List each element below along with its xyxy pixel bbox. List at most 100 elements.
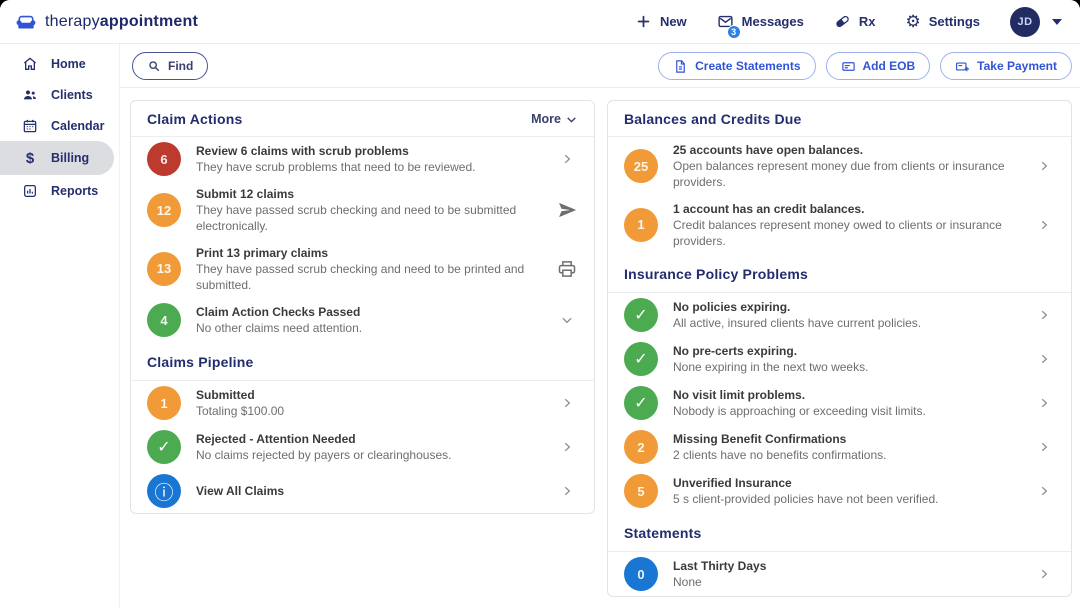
- statements-section: Statements: [608, 513, 1071, 552]
- brand-name: therapyappointment: [45, 13, 198, 31]
- dollar-icon: $: [22, 150, 38, 167]
- row-title: 25 accounts have open balances.: [673, 142, 1018, 158]
- new-button[interactable]: New: [635, 13, 687, 30]
- statements-title: Statements: [624, 525, 701, 541]
- insurance-row-benefit-confirmations[interactable]: 2 Missing Benefit Confirmations 2 client…: [608, 425, 1071, 469]
- claim-row-print[interactable]: 13 Print 13 primary claims They have pas…: [131, 240, 594, 299]
- pipeline-row-submitted[interactable]: 1 Submitted Totaling $100.00: [131, 381, 594, 425]
- row-subtitle: Nobody is approaching or exceeding visit…: [673, 403, 1018, 419]
- toolbar: Find Create Statements Add EOB Take Paym…: [120, 44, 1080, 88]
- pipeline-row-view-all[interactable]: ⓘ View All Claims: [131, 469, 594, 513]
- document-icon: [673, 59, 688, 74]
- row-title: 1 account has an credit balances.: [673, 201, 1018, 217]
- add-eob-button[interactable]: Add EOB: [826, 52, 931, 80]
- count-badge: 6: [147, 142, 181, 176]
- pipeline-row-rejected[interactable]: ✓ Rejected - Attention Needed No claims …: [131, 425, 594, 469]
- row-subtitle: No claims rejected by payers or clearing…: [196, 447, 541, 463]
- messages-badge: 3: [727, 25, 741, 39]
- claim-actions-card: Claim Actions More 6 Review 6 claims wit…: [130, 100, 595, 514]
- rx-button[interactable]: Rx: [834, 13, 876, 30]
- count-badge: 2: [624, 430, 658, 464]
- sidebar-item-label: Billing: [51, 151, 89, 165]
- row-title: Claim Action Checks Passed: [196, 304, 541, 320]
- card-icon: [841, 59, 856, 74]
- balances-row-open[interactable]: 25 25 accounts have open balances. Open …: [608, 137, 1071, 196]
- row-title: No pre-certs expiring.: [673, 343, 1018, 359]
- chevron-right-icon: [556, 396, 578, 410]
- insurance-row-visit-limits[interactable]: ✓ No visit limit problems. Nobody is app…: [608, 381, 1071, 425]
- more-label: More: [531, 112, 561, 126]
- claim-row-review[interactable]: 6 Review 6 claims with scrub problems Th…: [131, 137, 594, 181]
- chevron-down-icon[interactable]: [1052, 19, 1062, 25]
- couch-icon: [14, 13, 38, 31]
- chevron-down-icon: [565, 113, 578, 126]
- claims-pipeline-section: Claims Pipeline: [131, 342, 594, 381]
- chevron-right-icon: [556, 484, 578, 498]
- claims-pipeline-title: Claims Pipeline: [147, 354, 253, 370]
- insurance-row-precerts[interactable]: ✓ No pre-certs expiring. None expiring i…: [608, 337, 1071, 381]
- brand-logo[interactable]: therapyappointment: [14, 13, 198, 31]
- chevron-right-icon: [1033, 218, 1055, 232]
- clients-icon: [22, 87, 38, 103]
- user-menu[interactable]: JD: [1010, 7, 1062, 37]
- card-plus-icon: [955, 59, 970, 74]
- plus-icon: [635, 13, 652, 30]
- chevron-down-icon[interactable]: [556, 313, 578, 327]
- row-title: Unverified Insurance: [673, 475, 1018, 491]
- row-subtitle: None expiring in the next two weeks.: [673, 359, 1018, 375]
- sidebar-item-billing[interactable]: $ Billing: [0, 141, 114, 175]
- row-title: Print 13 primary claims: [196, 245, 541, 261]
- balances-card: Balances and Credits Due 25 25 accounts …: [607, 100, 1072, 597]
- chevron-right-icon: [1033, 159, 1055, 173]
- sidebar-item-reports[interactable]: Reports: [0, 175, 119, 206]
- claim-row-checks-passed[interactable]: 4 Claim Action Checks Passed No other cl…: [131, 298, 594, 342]
- insurance-title: Insurance Policy Problems: [624, 266, 808, 282]
- sidebar-item-clients[interactable]: Clients: [0, 79, 119, 110]
- insurance-row-unverified[interactable]: 5 Unverified Insurance 5 s client-provid…: [608, 469, 1071, 513]
- row-subtitle: 2 clients have no benefits confirmations…: [673, 447, 1018, 463]
- count-badge: 1: [147, 386, 181, 420]
- count-badge: 5: [624, 474, 658, 508]
- rx-label: Rx: [859, 14, 876, 29]
- settings-button[interactable]: ⚙ Settings: [905, 13, 980, 30]
- check-icon: ✓: [147, 430, 181, 464]
- send-icon[interactable]: [556, 200, 578, 220]
- row-title: View All Claims: [196, 483, 541, 499]
- new-label: New: [660, 14, 687, 29]
- messages-label: Messages: [742, 14, 804, 29]
- row-subtitle: No other claims need attention.: [196, 320, 541, 336]
- take-payment-button[interactable]: Take Payment: [940, 52, 1072, 80]
- chevron-right-icon: [1033, 308, 1055, 322]
- row-title: No visit limit problems.: [673, 387, 1018, 403]
- row-subtitle: They have scrub problems that need to be…: [196, 159, 541, 175]
- search-icon: [147, 59, 161, 73]
- add-eob-label: Add EOB: [863, 59, 916, 73]
- sidebar-item-label: Calendar: [51, 119, 105, 133]
- count-badge: 1: [624, 208, 658, 242]
- count-badge: 0: [624, 557, 658, 591]
- chevron-right-icon: [1033, 567, 1055, 581]
- sidebar: Home Clients Calendar $ Billing Reports: [0, 44, 120, 608]
- statements-row-last-thirty[interactable]: 0 Last Thirty Days None: [608, 552, 1071, 596]
- sidebar-item-label: Home: [51, 57, 86, 71]
- insurance-row-policies[interactable]: ✓ No policies expiring. All active, insu…: [608, 293, 1071, 337]
- messages-button[interactable]: 3 Messages: [717, 13, 804, 30]
- row-title: Review 6 claims with scrub problems: [196, 143, 541, 159]
- chevron-right-icon: [556, 152, 578, 166]
- balances-row-credit[interactable]: 1 1 account has an credit balances. Cred…: [608, 196, 1071, 255]
- row-subtitle: They have passed scrub checking and need…: [196, 202, 541, 234]
- gear-icon: ⚙: [905, 13, 920, 30]
- settings-label: Settings: [929, 14, 980, 29]
- sidebar-item-home[interactable]: Home: [0, 48, 119, 79]
- printer-icon[interactable]: [556, 259, 578, 279]
- sidebar-item-calendar[interactable]: Calendar: [0, 110, 119, 141]
- info-icon: ⓘ: [147, 474, 181, 508]
- row-title: No policies expiring.: [673, 299, 1018, 315]
- find-button[interactable]: Find: [132, 52, 208, 80]
- create-statements-button[interactable]: Create Statements: [658, 52, 815, 80]
- chevron-right-icon: [1033, 352, 1055, 366]
- more-dropdown[interactable]: More: [531, 112, 578, 126]
- avatar[interactable]: JD: [1010, 7, 1040, 37]
- count-badge: 13: [147, 252, 181, 286]
- claim-row-submit[interactable]: 12 Submit 12 claims They have passed scr…: [131, 181, 594, 240]
